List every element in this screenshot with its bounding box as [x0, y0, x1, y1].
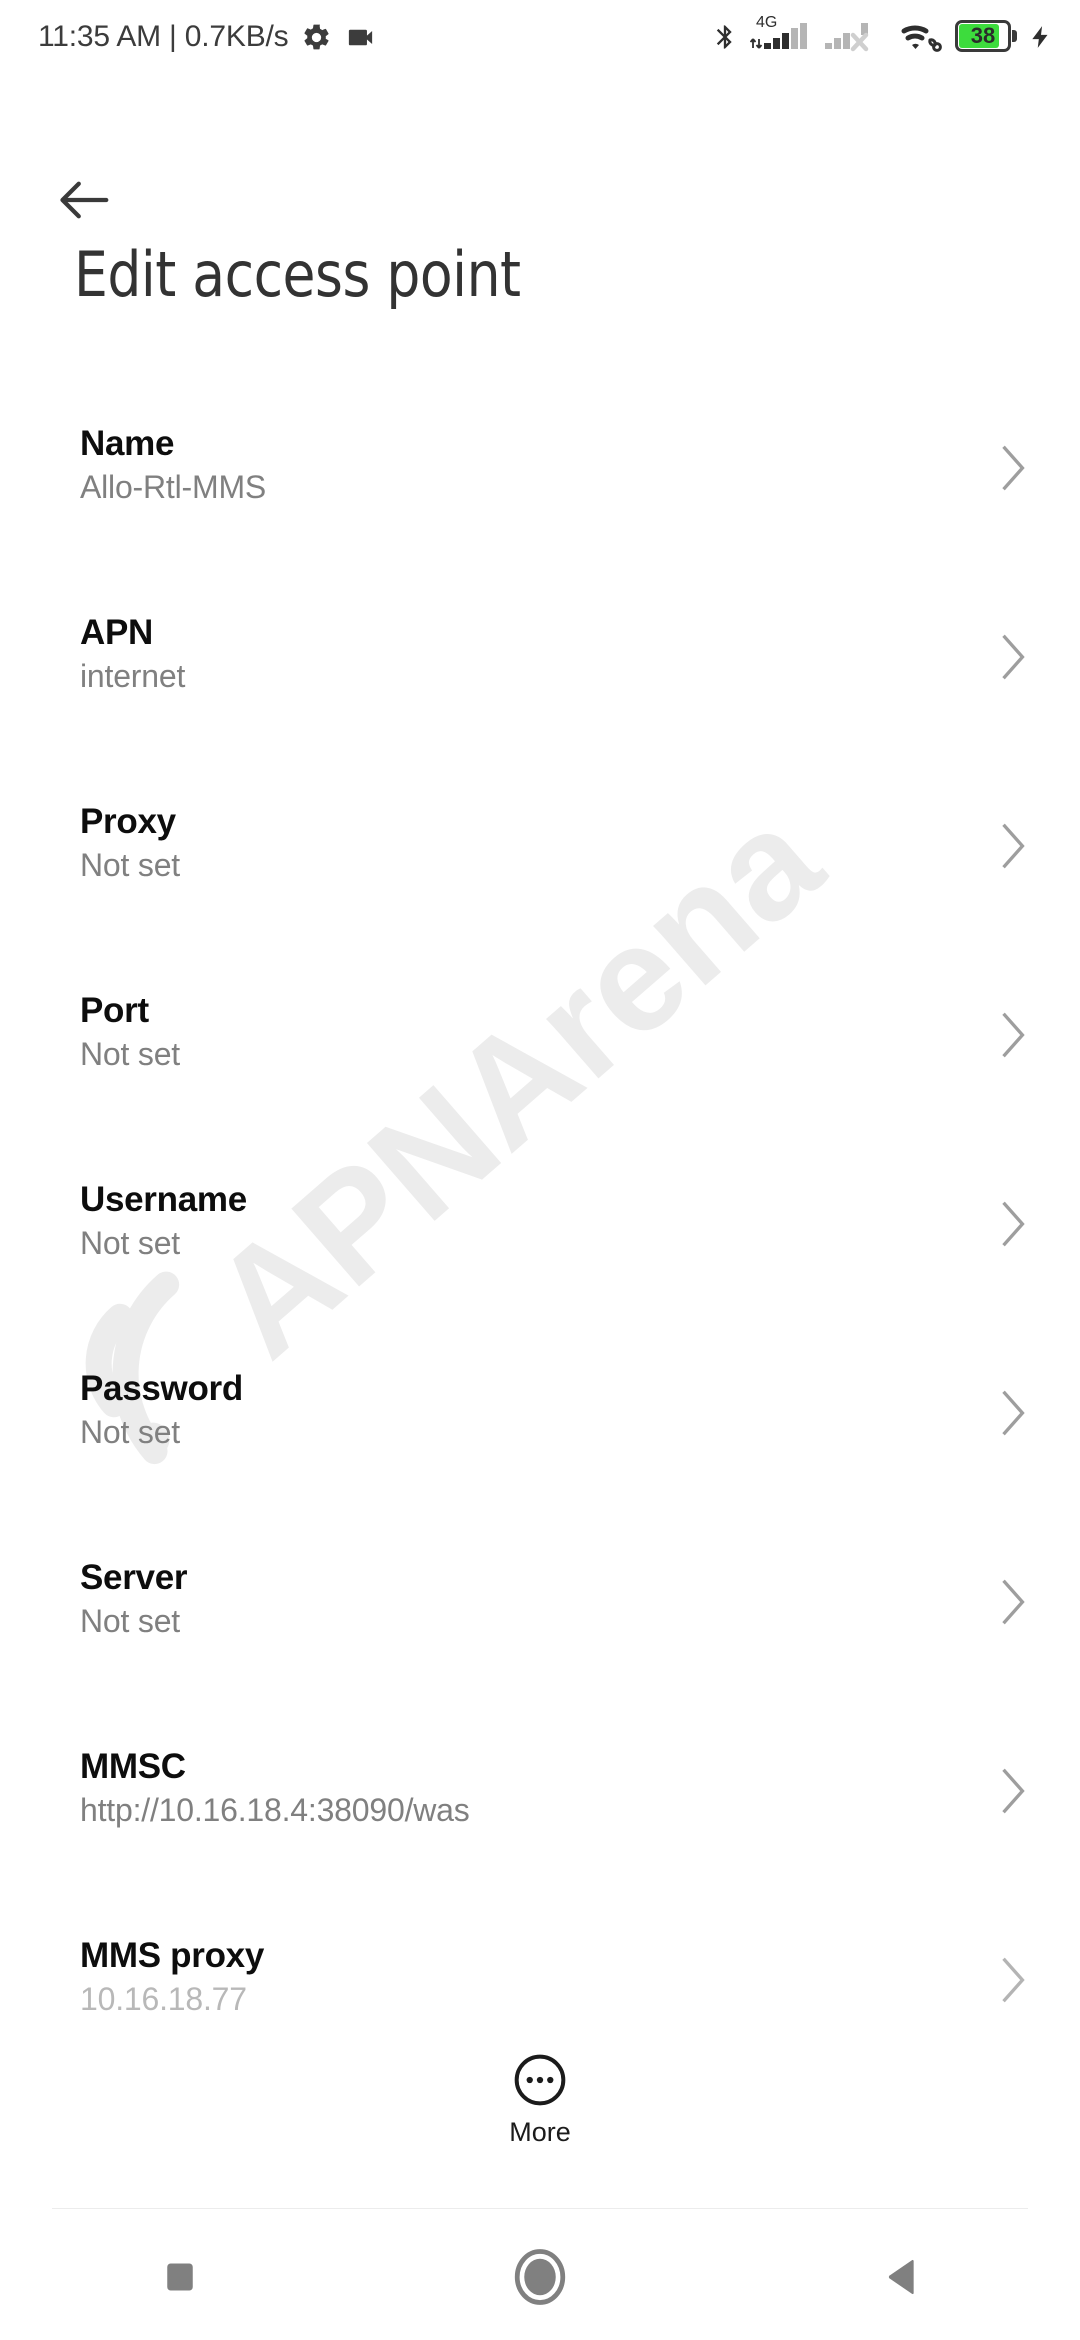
list-item-server[interactable]: Server Not set [0, 1532, 1080, 1721]
more-button[interactable]: More [0, 2052, 1080, 2148]
field-value: Not set [80, 1414, 180, 1451]
list-item-username[interactable]: Username Not set [0, 1154, 1080, 1343]
field-value: Allo-Rtl-MMS [80, 469, 267, 506]
signal-no-service-icon [825, 18, 883, 56]
chevron-right-icon [1002, 823, 1025, 869]
battery-icon: 38 [955, 20, 1017, 54]
field-value: 10.16.18.77 [80, 1981, 247, 2018]
list-item-name[interactable]: Name Allo-Rtl-MMS [0, 398, 1080, 587]
charging-bolt-icon [1032, 26, 1048, 48]
chevron-right-icon [1002, 1579, 1025, 1625]
triangle-back-icon [888, 2259, 914, 2295]
field-label: MMS proxy [80, 1936, 264, 1975]
android-navigation-bar [0, 2214, 1080, 2340]
chevron-right-icon [1002, 1768, 1025, 1814]
gear-icon [304, 23, 330, 49]
field-value: Not set [80, 1036, 180, 1073]
chevron-right-icon [1002, 445, 1025, 491]
list-item-apn[interactable]: APN internet [0, 587, 1080, 776]
list-item-password[interactable]: Password Not set [0, 1343, 1080, 1532]
back-button[interactable] [45, 160, 125, 240]
field-label: MMSC [80, 1747, 186, 1786]
page-title: Edit access point [74, 238, 521, 311]
nav-recents-button[interactable] [80, 2214, 280, 2340]
navbar-divider [52, 2208, 1028, 2209]
list-item-proxy[interactable]: Proxy Not set [0, 776, 1080, 965]
field-value: Not set [80, 1603, 180, 1640]
status-clock: 11:35 AM | 0.7KB/s [38, 20, 289, 53]
nav-back-button[interactable] [800, 2214, 1000, 2340]
field-label: Username [80, 1180, 247, 1219]
field-label: Port [80, 991, 149, 1030]
more-button-label: More [509, 2117, 571, 2147]
nav-home-button[interactable] [440, 2214, 640, 2340]
field-label: Server [80, 1558, 188, 1597]
chevron-right-icon [1002, 1957, 1025, 2003]
chevron-right-icon [1002, 1012, 1025, 1058]
square-recents-icon [167, 2263, 193, 2291]
back-arrow-icon [60, 181, 109, 219]
wifi-icon [894, 18, 944, 56]
field-value: http://10.16.18.4:38090/was [80, 1792, 470, 1829]
phone-screen: 11:35 AM | 0.7KB/s 4G 38 APNArena Edit a… [0, 0, 1080, 2340]
more-circle-icon [514, 2054, 566, 2106]
field-value: internet [80, 658, 186, 695]
status-bar-left: 11:35 AM | 0.7KB/s [38, 20, 376, 54]
list-item-mmsc[interactable]: MMSC http://10.16.18.4:38090/was [0, 1721, 1080, 1910]
field-label: APN [80, 613, 153, 652]
list-item-port[interactable]: Port Not set [0, 965, 1080, 1154]
field-label: Proxy [80, 802, 176, 841]
field-label: Name [80, 424, 175, 463]
chevron-right-icon [1002, 1390, 1025, 1436]
access-point-fields-list: Name Allo-Rtl-MMS APN internet Proxy Not… [0, 398, 1080, 2099]
field-value: Not set [80, 1225, 180, 1262]
field-value: Not set [80, 847, 180, 884]
camcorder-icon [349, 29, 373, 45]
status-bar: 11:35 AM | 0.7KB/s 4G 38 [0, 0, 1080, 74]
circle-home-icon [514, 2249, 566, 2305]
field-label: Password [80, 1369, 243, 1408]
chevron-right-icon [1002, 1201, 1025, 1247]
bluetooth-icon [716, 25, 732, 49]
status-bar-right: 4G 38 [711, 15, 1054, 56]
battery-percent: 38 [970, 23, 996, 48]
chevron-right-icon [1002, 634, 1025, 680]
signal-4g-icon: 4G [750, 15, 814, 56]
